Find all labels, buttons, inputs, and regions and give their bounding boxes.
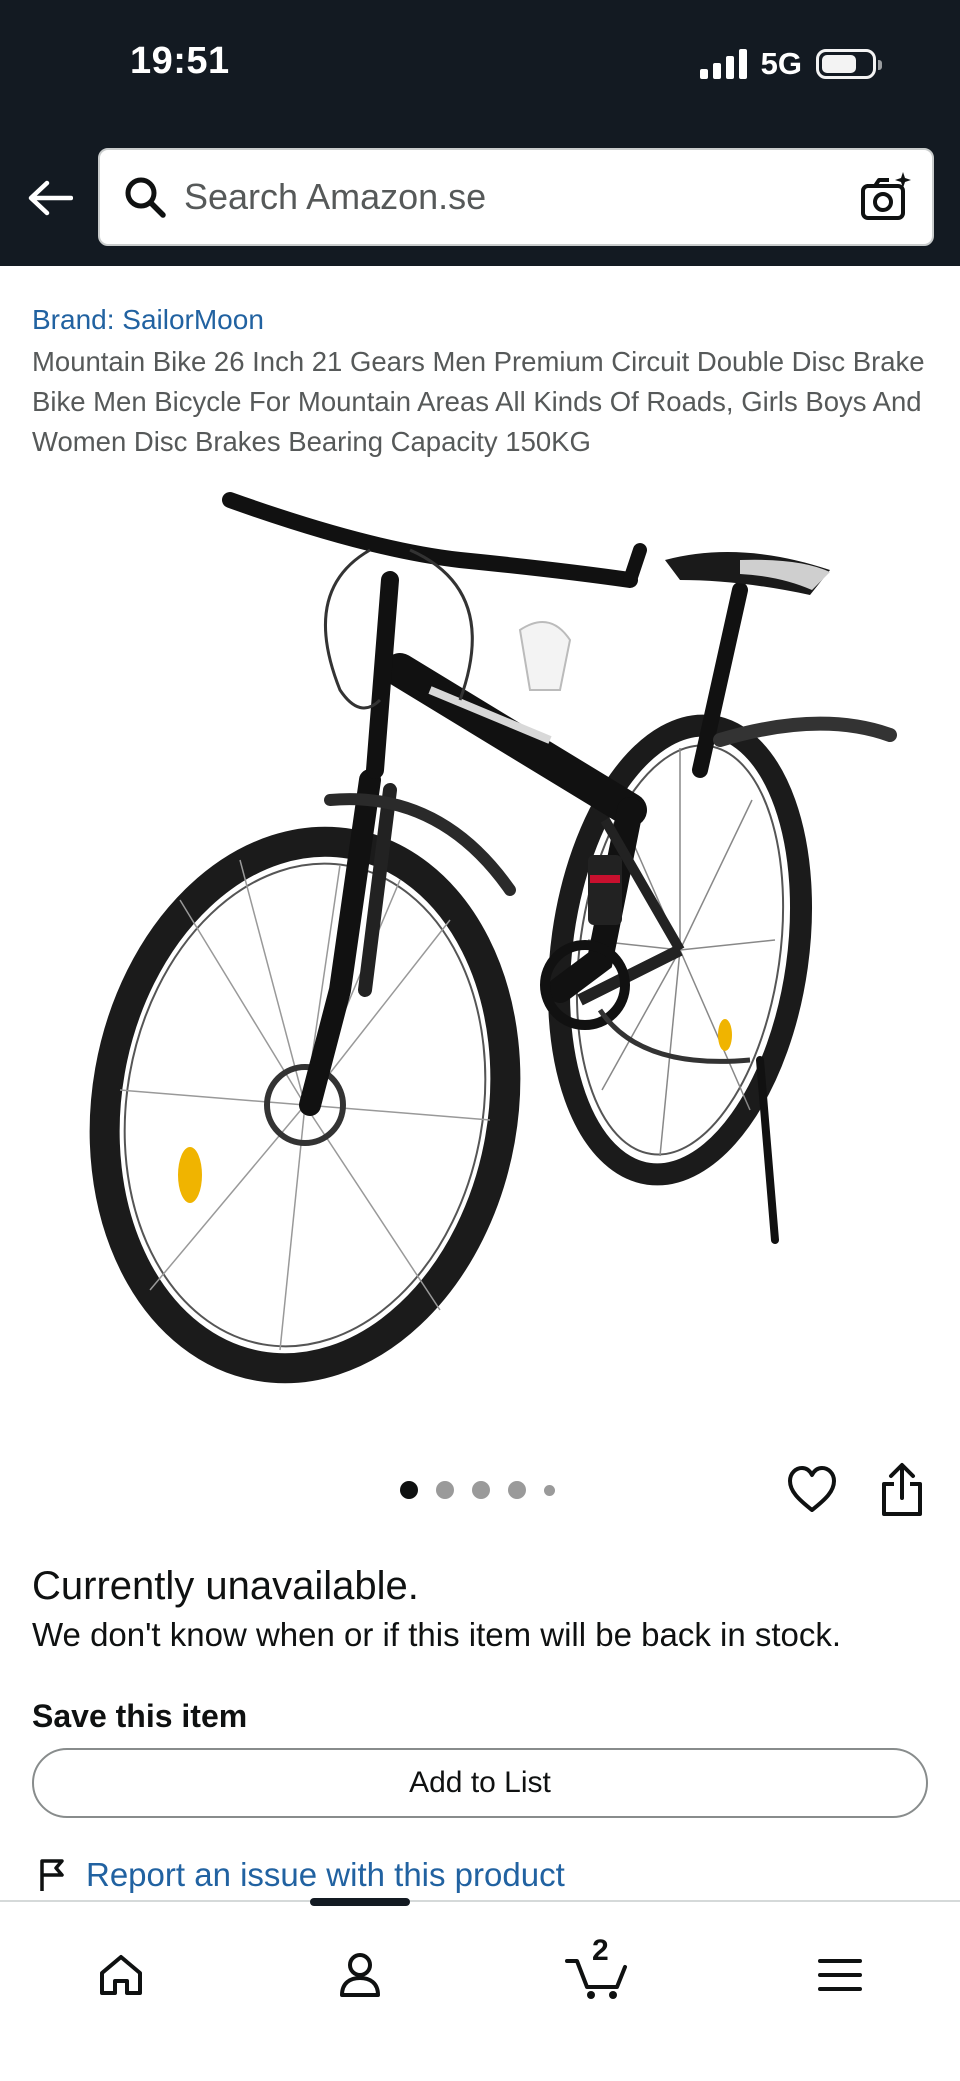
status-time: 19:51 [130, 40, 230, 82]
nav-home[interactable] [86, 1940, 156, 2010]
share-icon[interactable] [876, 1462, 928, 1518]
battery-icon [816, 49, 882, 79]
product-title: Mountain Bike 26 Inch 21 Gears Men Premi… [32, 346, 925, 457]
bottom-navigation: 2 [0, 1898, 960, 2081]
image-carousel-dots[interactable] [400, 1481, 555, 1499]
network-label: 5G [760, 46, 802, 81]
top-header: 19:51 5G Search Amazon.se [0, 0, 960, 266]
carousel-dot[interactable] [544, 1484, 555, 1496]
camera-search-icon[interactable] [858, 170, 912, 224]
back-button[interactable] [22, 170, 78, 226]
search-icon [125, 177, 166, 218]
brand-link[interactable]: Brand: SailorMoon [32, 304, 264, 336]
product-image[interactable] [40, 470, 920, 1420]
carousel-dot[interactable] [400, 1481, 418, 1499]
save-item-label: Save this item [32, 1698, 248, 1734]
menu-icon [818, 1959, 862, 1991]
nav-menu[interactable] [805, 1940, 875, 2010]
carousel-dot[interactable] [472, 1481, 490, 1499]
status-indicators: 5G [699, 46, 882, 82]
search-placeholder: Search Amazon.se [184, 176, 487, 217]
search-input[interactable]: Search Amazon.se [98, 148, 934, 246]
report-issue-link[interactable]: Report an issue with this product [38, 1856, 565, 1894]
nav-account[interactable] [325, 1940, 395, 2010]
add-to-list-button[interactable]: Add to List [32, 1748, 928, 1818]
back-arrow-icon [28, 180, 73, 216]
report-issue-label: Report an issue with this product [86, 1856, 565, 1893]
nav-cart[interactable]: 2 [562, 1934, 632, 2010]
wishlist-heart-icon[interactable] [786, 1464, 838, 1516]
availability-message: We don't know when or if this item will … [32, 1616, 842, 1653]
active-tab-indicator [310, 1898, 410, 1906]
carousel-dot[interactable] [436, 1481, 454, 1499]
availability-heading: Currently unavailable. [32, 1564, 419, 1608]
account-icon [340, 1953, 380, 1997]
cart-count-badge: 2 [592, 1934, 609, 1967]
home-icon [100, 1955, 142, 1995]
signal-icon [699, 49, 747, 79]
flag-icon [40, 1859, 64, 1891]
carousel-dot[interactable] [508, 1481, 526, 1499]
